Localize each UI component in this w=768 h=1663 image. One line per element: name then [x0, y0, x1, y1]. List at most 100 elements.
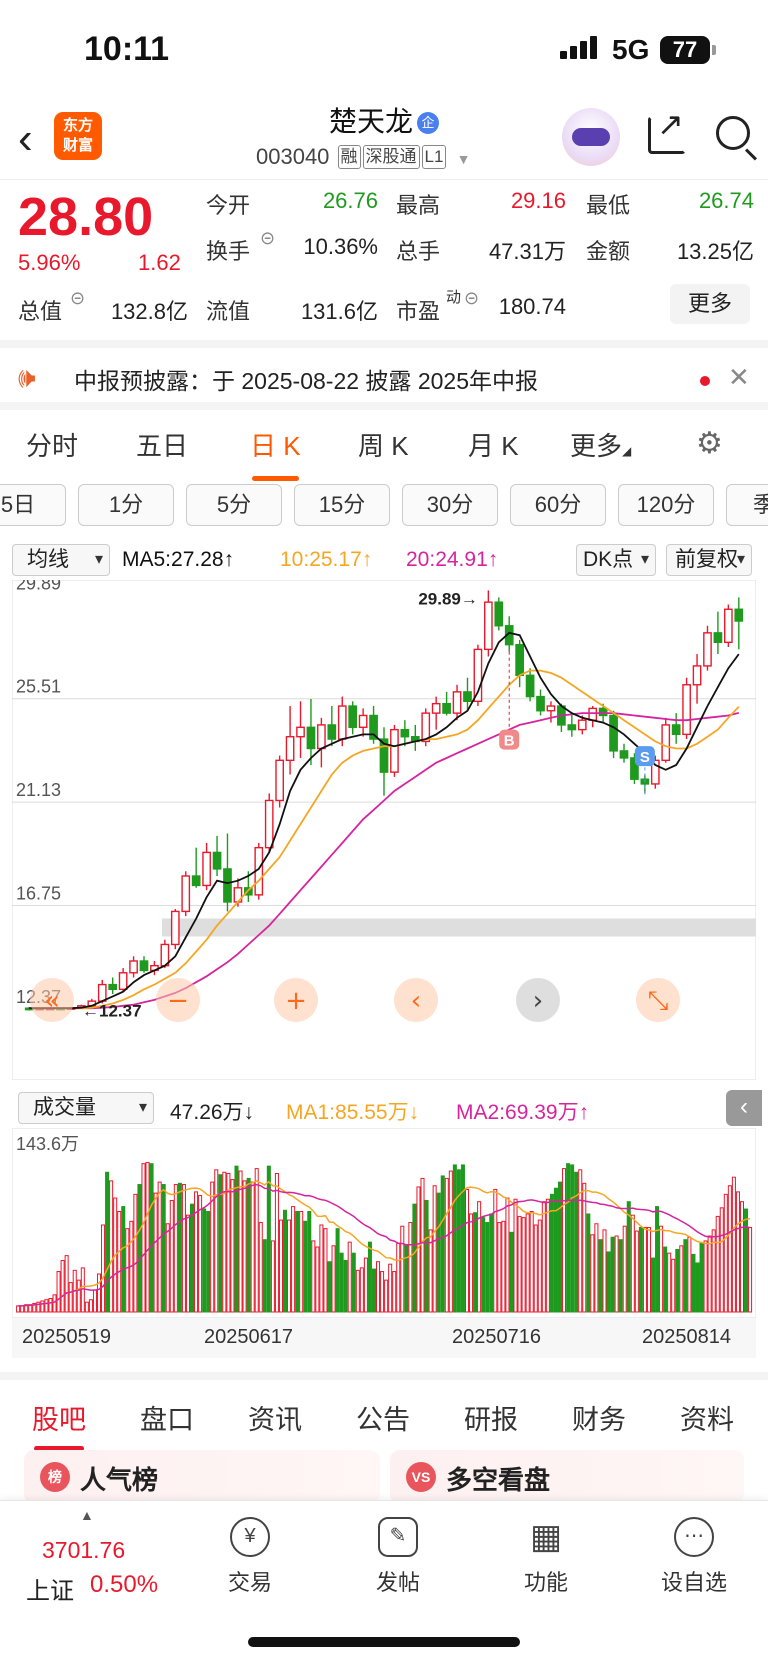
tab-monthly-k[interactable]: 月 K	[468, 426, 519, 463]
candle-body	[525, 674, 535, 698]
tab-weekly-k[interactable]: 周 K	[358, 426, 409, 463]
candle-body	[452, 691, 462, 714]
tab-research[interactable]: 研报	[464, 1398, 518, 1437]
zoom-in-button[interactable]: +	[274, 978, 318, 1022]
volume-select[interactable]: 成交量	[18, 1092, 154, 1124]
volume-bar	[424, 1199, 429, 1313]
volume-chart[interactable]: 143.6万	[12, 1128, 756, 1318]
nav-functions[interactable]: ▦ 功能	[496, 1517, 596, 1597]
tab-intraday[interactable]: 分时	[26, 426, 78, 463]
volume-bar	[141, 1163, 146, 1313]
interval-1min[interactable]: 1分	[78, 484, 174, 526]
vol-ma2-label: MA2:69.39万↑	[456, 1101, 590, 1124]
next-button[interactable]: ›	[516, 978, 560, 1022]
volume-bar	[56, 1271, 61, 1313]
candle-body	[692, 665, 702, 686]
feature-cards: 榜 人气榜 VS 多空看盘	[0, 1444, 768, 1504]
volume-bar	[92, 1289, 97, 1313]
collapse-arrow-icon[interactable]: ‹	[726, 1090, 762, 1126]
index-value[interactable]: 3701.76	[42, 1537, 125, 1564]
candle-body	[703, 632, 712, 667]
scroll-left-button[interactable]: «	[30, 978, 74, 1022]
tab-announcements[interactable]: 公告	[356, 1398, 410, 1437]
nav-watchlist[interactable]: ⋯ 设自选	[644, 1517, 744, 1597]
mktcap-value: 132.8亿	[110, 299, 188, 324]
volume-bar	[715, 1215, 720, 1313]
clock: 10:11	[84, 30, 170, 68]
volume-bar	[165, 1223, 170, 1313]
search-icon[interactable]	[716, 116, 750, 150]
share-icon[interactable]	[648, 105, 686, 154]
popularity-card[interactable]: 榜 人气榜	[24, 1450, 380, 1504]
interval-quarter[interactable]: 季	[726, 484, 768, 526]
gear-icon[interactable]: ⚙	[696, 426, 723, 461]
interval-5day[interactable]: 5日	[0, 484, 66, 526]
volume-bar	[590, 1234, 595, 1313]
interval-60min[interactable]: 60分	[510, 484, 606, 526]
tab-orderbook[interactable]: 盘口	[140, 1398, 194, 1437]
candle-body	[202, 851, 211, 887]
adjust-select[interactable]: 前复权	[666, 544, 752, 576]
bull-bear-card[interactable]: VS 多空看盘	[390, 1450, 744, 1504]
volume-bar	[278, 1219, 283, 1313]
tab-profile[interactable]: 资料	[680, 1398, 734, 1437]
stock-code-row[interactable]: 003040 融深股通 L1 ▼	[256, 144, 470, 170]
open-label: 今开	[206, 193, 251, 218]
volume-bar	[646, 1226, 651, 1313]
interval-5min[interactable]: 5分	[186, 484, 282, 526]
app-logo: 东方 财富	[54, 112, 102, 160]
volume-bar	[452, 1164, 457, 1313]
volume-bar	[189, 1203, 195, 1313]
info-icon[interactable]: ⊝	[464, 288, 479, 309]
nav-post[interactable]: ✎ 发帖	[348, 1517, 448, 1597]
candle-body	[598, 707, 608, 717]
nav-trade[interactable]: ¥ 交易	[200, 1517, 300, 1597]
support-band	[162, 918, 756, 937]
indicator-select[interactable]: 均线	[12, 544, 110, 576]
interval-120min[interactable]: 120分	[618, 484, 714, 526]
volume-bar	[64, 1255, 69, 1313]
tab-daily-k[interactable]: 日 K	[250, 426, 301, 481]
volume-bar	[638, 1226, 643, 1313]
tab-news[interactable]: 资讯	[248, 1398, 302, 1437]
volume-bar	[388, 1263, 393, 1313]
zoom-out-button[interactable]: −	[156, 978, 200, 1022]
tab-financials[interactable]: 财务	[572, 1398, 626, 1437]
back-icon[interactable]: ‹	[18, 114, 33, 164]
dk-point-select[interactable]: DK点	[576, 544, 656, 576]
signal-icon	[560, 36, 600, 59]
fullscreen-button[interactable]: ⤡	[636, 978, 680, 1022]
turnover-label: 换手	[206, 239, 251, 264]
candle-body	[296, 726, 305, 738]
volume-bar	[88, 1299, 93, 1313]
unread-dot	[700, 376, 710, 386]
volume-bar	[735, 1191, 740, 1313]
volume-bar	[363, 1257, 368, 1313]
prev-button[interactable]: ‹	[394, 978, 438, 1022]
candle-body	[223, 868, 232, 903]
tab-more[interactable]: 更多◢	[570, 426, 631, 463]
interval-15min[interactable]: 15分	[294, 484, 390, 526]
enterprise-badge: 企	[417, 112, 439, 134]
ai-assistant-icon[interactable]	[562, 108, 620, 166]
more-button[interactable]: 更多	[670, 284, 750, 324]
info-icon[interactable]: ⊝	[260, 228, 275, 249]
tab-forum[interactable]: 股吧	[32, 1398, 86, 1451]
volume-bar	[185, 1214, 190, 1313]
volume-bar	[214, 1169, 219, 1313]
notice-bar[interactable]: 🕪 中报预披露：于 2025-08-22 披露 2025年中报 ✕	[0, 340, 768, 410]
volume-bar	[230, 1179, 235, 1313]
volume-bar	[578, 1169, 583, 1313]
volume-bar	[529, 1210, 534, 1313]
info-icon[interactable]: ⊝	[70, 288, 85, 309]
close-icon[interactable]: ✕	[728, 362, 750, 393]
candle-body	[442, 702, 451, 714]
volume-bar	[376, 1261, 381, 1313]
volume-bar	[238, 1170, 243, 1313]
candlestick-chart[interactable]: 29.8925.5121.1316.7512.3729.89→←12.37BS«…	[12, 580, 756, 1080]
volume-bar	[610, 1236, 615, 1313]
volume-bar	[299, 1210, 304, 1313]
tab-5day[interactable]: 五日	[136, 426, 188, 463]
volume-bar	[137, 1184, 142, 1313]
interval-30min[interactable]: 30分	[402, 484, 498, 526]
